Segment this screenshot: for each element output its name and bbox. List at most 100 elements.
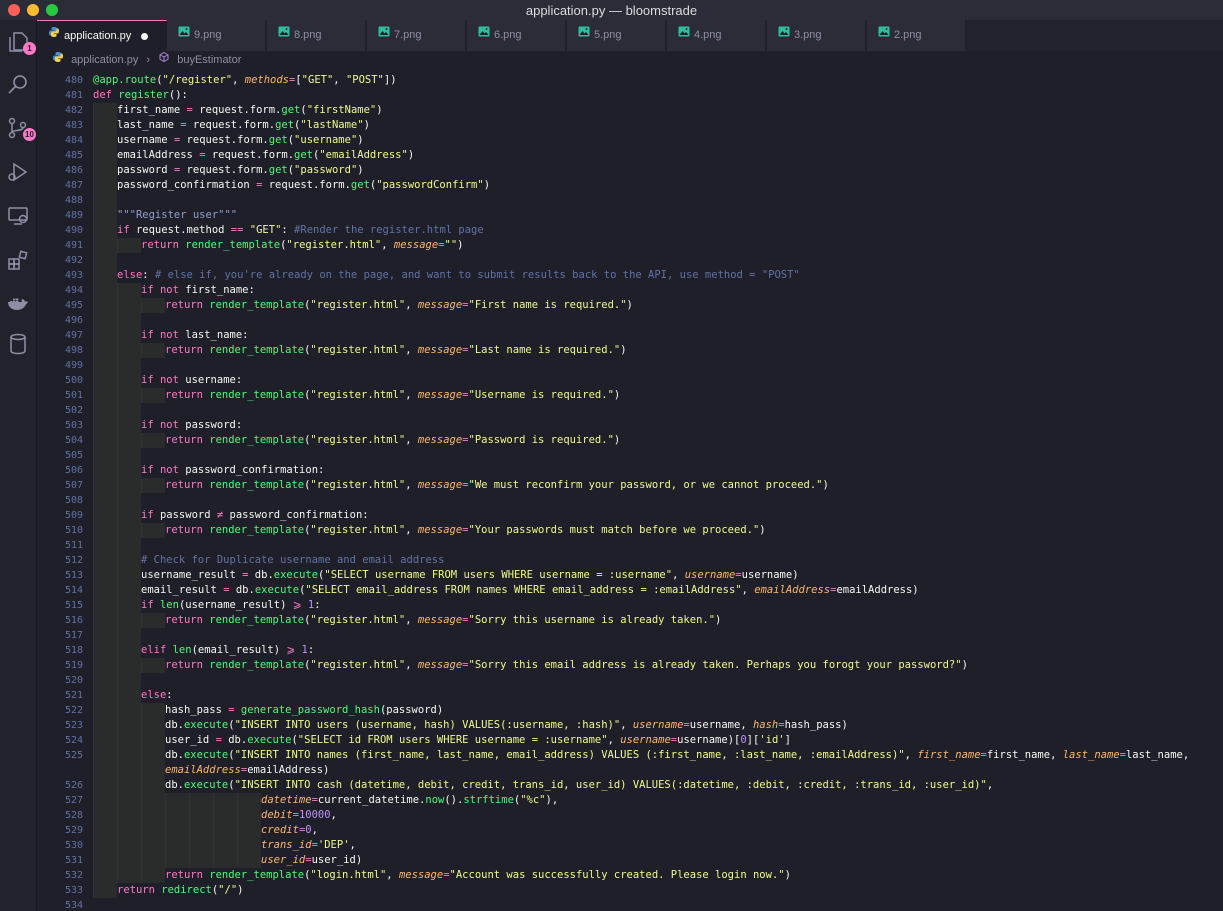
tab-application-py[interactable]: application.py (37, 20, 167, 51)
code-line[interactable]: return render_template("login.html", mes… (93, 868, 1218, 883)
source-control-icon[interactable]: 10 (6, 116, 36, 141)
code-line[interactable]: if len(username_result) ⩾ 1: (93, 598, 1218, 613)
code-line[interactable]: return render_template("register.html", … (93, 478, 1218, 493)
code-line[interactable]: trans_id='DEP', (93, 838, 1218, 853)
editor-tabs: application.py 9.png 8.png 7.png 6.png 5.png 4… (37, 20, 1223, 51)
tab-2-png[interactable]: 2.png (867, 20, 966, 51)
indent-guide (93, 223, 117, 238)
code-line[interactable]: if not password: (93, 418, 1218, 433)
indent-guide (93, 298, 117, 313)
code-line[interactable]: return render_template("register.html", … (93, 298, 1218, 313)
line-number: 508 (64, 495, 83, 506)
search-icon[interactable] (6, 72, 30, 96)
code-line[interactable]: elif len(email_result) ⩾ 1: (93, 643, 1218, 658)
code-line[interactable] (93, 193, 1218, 208)
code-token: "lastName" (300, 119, 364, 131)
code-line[interactable]: credit=0, (93, 823, 1218, 838)
code-line[interactable] (93, 898, 1218, 911)
files-icon[interactable]: 1 (6, 30, 36, 55)
code-line[interactable] (93, 358, 1218, 373)
code-line[interactable]: if not last_name: (93, 328, 1218, 343)
line-number: 510 (64, 525, 83, 536)
docker-icon[interactable] (6, 292, 30, 316)
code-line[interactable] (93, 253, 1218, 268)
code-line[interactable]: return redirect("/") (93, 883, 1218, 898)
code-line[interactable]: """Register user""" (93, 208, 1218, 223)
code-line[interactable]: datetime=current_datetime.now().strftime… (93, 793, 1218, 808)
code-line[interactable]: if not username: (93, 373, 1218, 388)
tab-5-png[interactable]: 5.png (567, 20, 666, 51)
code-line[interactable]: return render_template("register.html", … (93, 388, 1218, 403)
code-token: "password" (294, 164, 358, 176)
tab-4-png[interactable]: 4.png (667, 20, 766, 51)
breadcrumb-symbol[interactable]: buyEstimator (177, 52, 241, 69)
tab-6-png[interactable]: 6.png (467, 20, 566, 51)
code-line[interactable]: if password ≠ password_confirmation: (93, 508, 1218, 523)
code-line[interactable]: user_id = db.execute("SELECT id FROM use… (93, 733, 1218, 748)
code-line[interactable]: if not password_confirmation: (93, 463, 1218, 478)
code-line[interactable]: if request.method == "GET": #Render the … (93, 223, 1218, 238)
line-number (37, 763, 83, 778)
code-line[interactable]: last_name = request.form.get("lastName") (93, 118, 1218, 133)
code-line[interactable]: email_result = db.execute("SELECT email_… (93, 583, 1218, 598)
tab-9-png[interactable]: 9.png (167, 20, 266, 51)
code-line[interactable]: @app.route("/register", methods=["GET", … (93, 73, 1218, 88)
tab-8-png[interactable]: 8.png (267, 20, 366, 51)
code-line[interactable] (93, 673, 1218, 688)
code-line[interactable] (93, 403, 1218, 418)
tab-3-png[interactable]: 3.png (767, 20, 866, 51)
code-line[interactable] (93, 313, 1218, 328)
code-line[interactable]: emailAddress = request.form.get("emailAd… (93, 148, 1218, 163)
unsaved-dot-icon[interactable] (141, 33, 148, 40)
code-line[interactable]: password_confirmation = request.form.get… (93, 178, 1218, 193)
code-line[interactable]: password = request.form.get("password") (93, 163, 1218, 178)
code-line[interactable] (93, 628, 1218, 643)
source-control-badge: 10 (23, 128, 36, 141)
code-line[interactable]: return render_template("register.html", … (93, 343, 1218, 358)
code-line[interactable]: db.execute("INSERT INTO names (first_nam… (93, 748, 1218, 763)
indent-guide (165, 838, 189, 853)
breadcrumb-file[interactable]: application.py (71, 52, 138, 69)
indent-guide (93, 238, 117, 253)
code-token: ) (822, 479, 829, 491)
code-line[interactable]: emailAddress=emailAddress) (93, 763, 1218, 778)
code-line[interactable]: username_result = db.execute("SELECT use… (93, 568, 1218, 583)
database-icon[interactable] (6, 332, 30, 356)
indent-guide (117, 553, 141, 568)
code-token: ) (237, 884, 244, 896)
code-line[interactable]: if not first_name: (93, 283, 1218, 298)
code-token: "username" (294, 134, 358, 146)
code-line[interactable]: # Check for Duplicate username and email… (93, 553, 1218, 568)
code-token: render_template (209, 524, 305, 536)
code-token: "INSERT INTO users (username, hash) VALU… (234, 719, 621, 731)
run-debug-icon[interactable] (6, 160, 30, 184)
code-editor[interactable]: 480 481 482 483 484 485 486 487 488 489 490 491 492 4… (37, 68, 1223, 911)
code-lines[interactable]: @app.route("/register", methods=["GET", … (93, 73, 1218, 911)
code-line[interactable]: def register(): (93, 88, 1218, 103)
code-line[interactable]: db.execute("INSERT INTO cash (datetime, … (93, 778, 1218, 793)
code-line[interactable]: else: # else if, you're already on the p… (93, 268, 1218, 283)
code-token: generate_password_hash (240, 704, 380, 716)
remote-explorer-icon[interactable] (6, 204, 30, 228)
code-line[interactable]: return render_template("register.html", … (93, 523, 1218, 538)
code-line[interactable]: user_id=user_id) (93, 853, 1218, 868)
code-token: "POST" (345, 74, 384, 86)
code-line[interactable]: return render_template("register.html", … (93, 658, 1218, 673)
code-line[interactable]: else: (93, 688, 1218, 703)
tab-label: 8.png (294, 29, 322, 41)
code-line[interactable]: debit=10000, (93, 808, 1218, 823)
extensions-icon[interactable] (6, 248, 30, 272)
code-token: (): (168, 89, 188, 101)
code-line[interactable] (93, 448, 1218, 463)
code-line[interactable] (93, 493, 1218, 508)
code-line[interactable]: username = request.form.get("username") (93, 133, 1218, 148)
code-line[interactable]: return render_template("register.html", … (93, 613, 1218, 628)
code-line[interactable]: first_name = request.form.get("firstName… (93, 103, 1218, 118)
code-line[interactable]: return render_template("register.html", … (93, 238, 1218, 253)
code-line[interactable]: db.execute("INSERT INTO users (username,… (93, 718, 1218, 733)
code-line[interactable] (93, 538, 1218, 553)
window-title: application.py — bloomstrade (525, 3, 698, 18)
code-line[interactable]: hash_pass = generate_password_hash(passw… (93, 703, 1218, 718)
tab-7-png[interactable]: 7.png (367, 20, 466, 51)
code-line[interactable]: return render_template("register.html", … (93, 433, 1218, 448)
